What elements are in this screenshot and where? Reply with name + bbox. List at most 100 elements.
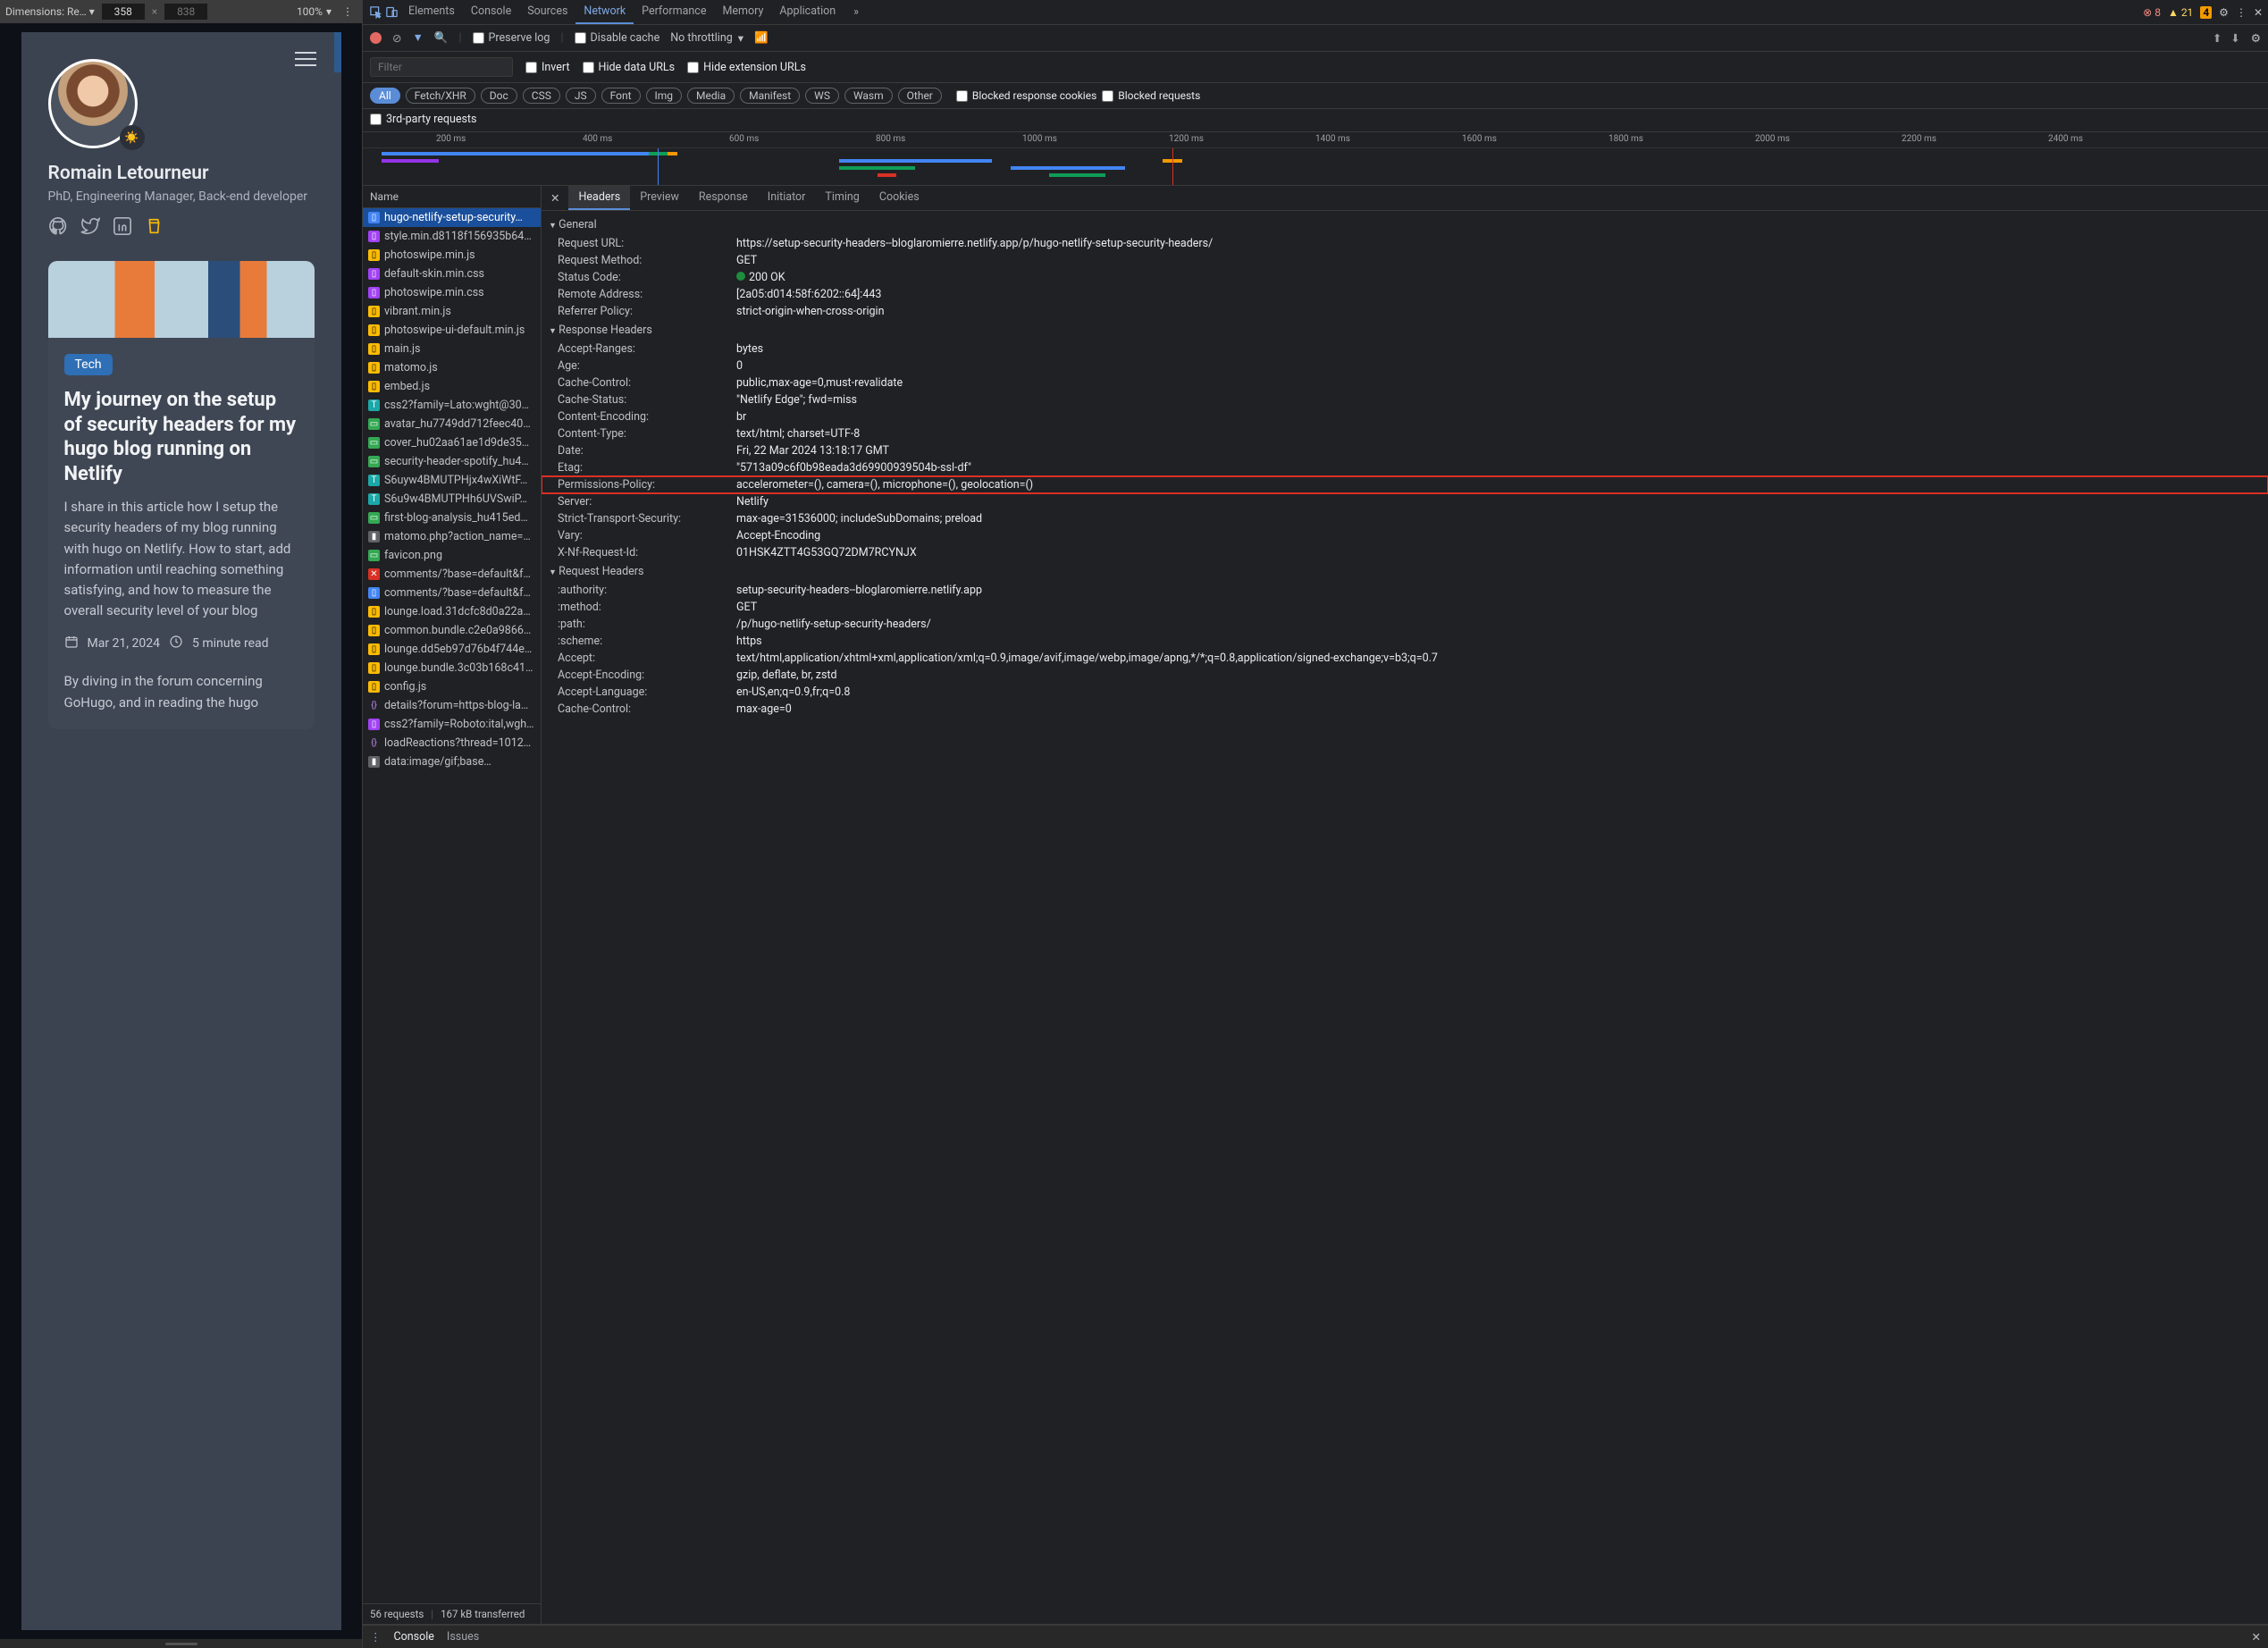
request-row[interactable]: TS6uyw4BMUTPHjx4wXiWtF… (363, 471, 541, 490)
tab-memory[interactable]: Memory (714, 0, 771, 24)
request-row[interactable]: ▭avatar_hu7749dd712feec40… (363, 415, 541, 433)
more-tabs-icon[interactable]: » (845, 1, 867, 23)
hide-extension-urls-checkbox[interactable]: Hide extension URLs (687, 61, 806, 74)
drawer-kebab-icon[interactable]: ⋮ (370, 1630, 382, 1644)
blocked-cookies-checkbox[interactable]: Blocked response cookies (956, 89, 1096, 102)
dimensions-dropdown[interactable]: Dimensions: Re… ▾ (5, 5, 95, 18)
filter-pill-all[interactable]: All (370, 88, 400, 104)
hide-data-urls-checkbox[interactable]: Hide data URLs (583, 61, 676, 74)
section-header[interactable]: Request Headers (542, 561, 2268, 582)
request-row[interactable]: ▯common.bundle.c2e0a9866… (363, 621, 541, 640)
filter-pill-font[interactable]: Font (601, 88, 641, 104)
filter-pill-ws[interactable]: WS (805, 88, 839, 104)
width-input[interactable] (102, 4, 145, 20)
network-conditions-icon[interactable]: 📶 (754, 31, 769, 45)
request-row[interactable]: ▯photoswipe-ui-default.min.js (363, 321, 541, 340)
import-har-icon[interactable]: ⬆ (2213, 31, 2222, 46)
detail-close-icon[interactable]: ✕ (542, 191, 568, 206)
filter-pill-other[interactable]: Other (898, 88, 942, 104)
devtools-close-icon[interactable]: ✕ (2254, 6, 2263, 19)
detail-tab-headers[interactable]: Headers (568, 186, 630, 210)
filter-input[interactable] (370, 57, 513, 77)
drag-handle[interactable] (0, 1639, 362, 1648)
settings-gear-icon[interactable]: ⚙ (2219, 6, 2229, 19)
filter-pill-wasm[interactable]: Wasm (844, 88, 893, 104)
detail-tab-preview[interactable]: Preview (630, 186, 689, 210)
theme-toggle-icon[interactable]: ☀️ (120, 125, 145, 150)
section-header[interactable]: General (542, 214, 2268, 235)
preserve-log-checkbox[interactable]: Preserve log (473, 31, 550, 45)
request-row[interactable]: ▯comments/?base=default&f… (363, 584, 541, 602)
filter-toggle-icon[interactable]: ▼ (412, 31, 423, 45)
request-row[interactable]: ▯lounge.load.31dcfc8d0a22a… (363, 602, 541, 621)
disable-cache-checkbox[interactable]: Disable cache (575, 31, 660, 45)
request-row[interactable]: ▯lounge.dd5eb97d76b4f744e… (363, 640, 541, 659)
request-row[interactable]: ▯embed.js (363, 377, 541, 396)
section-header[interactable]: Response Headers (542, 320, 2268, 341)
error-count-badge[interactable]: ⊗ 8 (2143, 6, 2161, 19)
search-icon[interactable]: 🔍 (434, 31, 449, 45)
request-row[interactable]: ▯matomo.js (363, 358, 541, 377)
request-row[interactable]: {}loadReactions?thread=1012… (363, 734, 541, 753)
request-row[interactable]: Tcss2?family=Lato:wght@30… (363, 396, 541, 415)
tab-application[interactable]: Application (771, 0, 844, 24)
filter-pill-media[interactable]: Media (687, 88, 735, 104)
network-timeline[interactable]: 200 ms400 ms600 ms800 ms1000 ms1200 ms14… (363, 132, 2268, 186)
request-row[interactable]: ▯style.min.d8118f156935b64… (363, 227, 541, 246)
throttling-select[interactable]: No throttling ▾ (670, 31, 743, 46)
info-count-badge[interactable]: 4 (2200, 6, 2212, 19)
request-row[interactable]: ▭cover_hu02aa61ae1d9de35… (363, 433, 541, 452)
linkedin-icon[interactable] (113, 216, 132, 240)
twitter-icon[interactable] (80, 216, 100, 240)
tab-elements[interactable]: Elements (400, 0, 463, 24)
third-party-checkbox[interactable]: 3rd-party requests (370, 113, 2261, 126)
request-row[interactable]: TS6u9w4BMUTPHh6UVSwiP… (363, 490, 541, 509)
filter-pill-manifest[interactable]: Manifest (740, 88, 800, 104)
rendered-page[interactable]: ☀️ Romain Letourneur PhD, Engineering Ma… (21, 32, 341, 1630)
request-row[interactable]: ▯lounge.bundle.3c03b168c41… (363, 659, 541, 677)
export-har-icon[interactable]: ⬇ (2230, 31, 2239, 46)
request-row[interactable]: ▭first-blog-analysis_hu415ed… (363, 509, 541, 527)
filter-pill-img[interactable]: Img (646, 88, 683, 104)
tab-network[interactable]: Network (575, 0, 634, 24)
detail-tab-response[interactable]: Response (689, 186, 758, 210)
filter-pill-js[interactable]: JS (566, 88, 596, 104)
detail-tab-cookies[interactable]: Cookies (869, 186, 929, 210)
network-settings-gear-icon[interactable]: ⚙ (2251, 31, 2261, 46)
request-row[interactable]: ▯css2?family=Roboto:ital,wgh… (363, 715, 541, 734)
warning-count-badge[interactable]: ▲ 21 (2168, 6, 2193, 19)
detail-tab-timing[interactable]: Timing (815, 186, 869, 210)
drawer-close-icon[interactable]: ✕ (2252, 1630, 2261, 1644)
tab-performance[interactable]: Performance (634, 0, 714, 24)
hamburger-menu-icon[interactable] (295, 52, 316, 66)
request-row[interactable]: ▭favicon.png (363, 546, 541, 565)
request-row[interactable]: ▯vibrant.min.js (363, 302, 541, 321)
invert-checkbox[interactable]: Invert (525, 61, 570, 74)
github-icon[interactable] (48, 216, 68, 240)
post-title[interactable]: My journey on the setup of security head… (64, 388, 298, 486)
tab-sources[interactable]: Sources (519, 0, 575, 24)
request-row[interactable]: ✕comments/?base=default&f… (363, 565, 541, 584)
request-row[interactable]: ▯config.js (363, 677, 541, 696)
drawer-console-tab[interactable]: Console (394, 1630, 434, 1644)
request-row[interactable]: ▯hugo-netlify-setup-security… (363, 208, 541, 227)
request-row[interactable]: ▭security-header-spotify_hu4… (363, 452, 541, 471)
request-row[interactable]: ▯default-skin.min.css (363, 265, 541, 283)
request-row[interactable]: ▯photoswipe.min.css (363, 283, 541, 302)
drawer-issues-tab[interactable]: Issues (447, 1630, 479, 1644)
device-mode-icon[interactable] (384, 5, 399, 20)
filter-pill-doc[interactable]: Doc (481, 88, 517, 104)
detail-tab-initiator[interactable]: Initiator (758, 186, 816, 210)
height-input[interactable] (164, 4, 207, 20)
blocked-requests-checkbox[interactable]: Blocked requests (1102, 89, 1200, 102)
devtools-kebab-icon[interactable]: ⋮ (2236, 6, 2247, 19)
filter-pill-css[interactable]: CSS (523, 88, 560, 104)
request-row[interactable]: ▯main.js (363, 340, 541, 358)
device-kebab-icon[interactable]: ⋮ (339, 5, 357, 18)
request-row[interactable]: ▮data:image/gif;base… (363, 753, 541, 771)
post-card[interactable]: Tech My journey on the setup of security… (48, 261, 315, 729)
request-row[interactable]: {}details?forum=https-blog-la… (363, 696, 541, 715)
post-tag[interactable]: Tech (64, 354, 113, 375)
zoom-dropdown[interactable]: 100% ▾ (297, 5, 332, 18)
coffee-icon[interactable] (145, 216, 164, 240)
